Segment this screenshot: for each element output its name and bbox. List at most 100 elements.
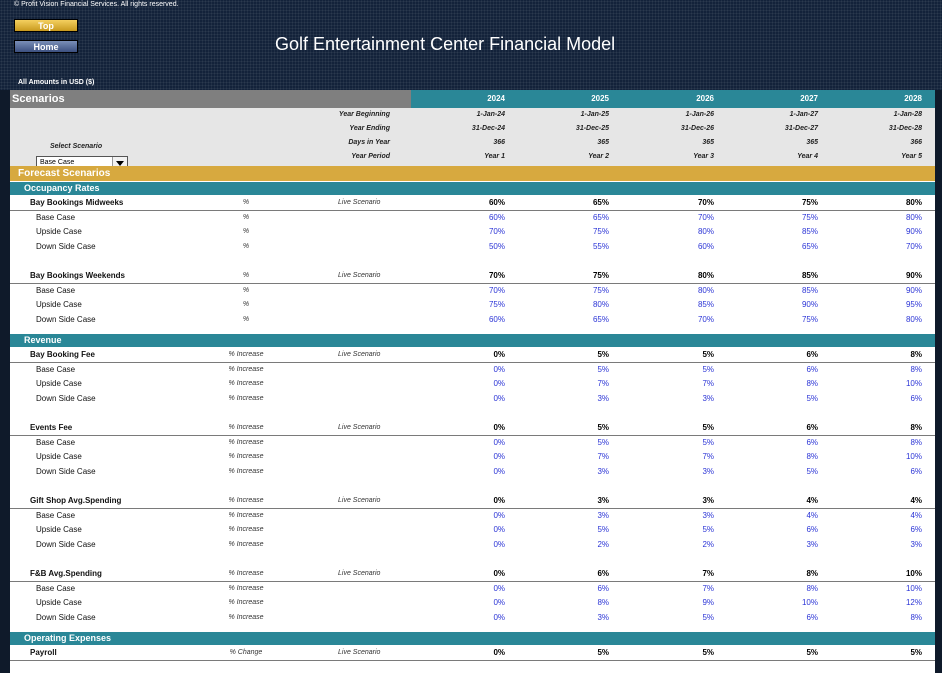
case-value[interactable]: 5%	[654, 611, 714, 625]
case-value[interactable]: 3%	[549, 509, 609, 523]
case-value[interactable]: 3%	[549, 611, 609, 625]
case-value[interactable]: 7%	[654, 450, 714, 464]
case-value[interactable]: 2%	[654, 538, 714, 552]
case-value[interactable]: 85%	[758, 284, 818, 298]
case-value[interactable]: 3%	[549, 392, 609, 406]
case-value[interactable]: 80%	[862, 313, 922, 327]
case-value[interactable]: 90%	[862, 284, 922, 298]
case-value[interactable]: 70%	[445, 284, 505, 298]
case-value[interactable]: 70%	[654, 211, 714, 225]
case-value[interactable]: 6%	[758, 523, 818, 537]
info-days-4: 365	[806, 139, 818, 146]
case-value[interactable]: 8%	[862, 363, 922, 377]
case-value[interactable]: 6%	[758, 611, 818, 625]
case-value[interactable]: 70%	[862, 240, 922, 254]
case-value[interactable]: 5%	[549, 436, 609, 450]
case-value[interactable]: 8%	[862, 611, 922, 625]
info-period-3: Year 3	[693, 153, 714, 160]
case-value[interactable]: 0%	[445, 582, 505, 596]
case-value[interactable]: 75%	[758, 313, 818, 327]
case-value[interactable]: 4%	[862, 509, 922, 523]
row-value: 85%	[801, 271, 818, 280]
case-value[interactable]: 6%	[862, 392, 922, 406]
case-value[interactable]: 90%	[862, 225, 922, 239]
case-value[interactable]: 70%	[445, 225, 505, 239]
case-value[interactable]: 10%	[862, 582, 922, 596]
case-value[interactable]: 8%	[758, 582, 818, 596]
case-value[interactable]: 3%	[549, 465, 609, 479]
case-value[interactable]: 0%	[445, 596, 505, 610]
case-label: Upside Case	[36, 379, 82, 388]
year-header-4: 2027	[800, 94, 818, 103]
case-value[interactable]: 80%	[862, 211, 922, 225]
case-value[interactable]: 80%	[549, 298, 609, 312]
case-unit: % Increase	[228, 599, 264, 606]
case-value[interactable]: 6%	[758, 436, 818, 450]
case-value[interactable]: 6%	[862, 523, 922, 537]
case-value[interactable]: 5%	[549, 523, 609, 537]
case-value[interactable]: 75%	[549, 225, 609, 239]
case-value[interactable]: 50%	[445, 240, 505, 254]
case-value[interactable]: 0%	[445, 523, 505, 537]
case-value[interactable]: 6%	[549, 582, 609, 596]
case-value[interactable]: 5%	[654, 523, 714, 537]
case-value[interactable]: 8%	[862, 436, 922, 450]
case-label: Down Side Case	[36, 539, 96, 549]
case-value[interactable]: 85%	[654, 298, 714, 312]
case-value[interactable]: 65%	[549, 313, 609, 327]
case-value[interactable]: 65%	[549, 211, 609, 225]
case-value[interactable]: 12%	[862, 596, 922, 610]
case-value[interactable]: 8%	[549, 596, 609, 610]
case-value[interactable]: 10%	[862, 377, 922, 391]
case-value[interactable]: 55%	[549, 240, 609, 254]
case-value[interactable]: 5%	[758, 465, 818, 479]
case-value[interactable]: 3%	[654, 465, 714, 479]
case-value[interactable]: 5%	[654, 436, 714, 450]
case-value[interactable]: 0%	[445, 509, 505, 523]
case-value[interactable]: 75%	[549, 284, 609, 298]
case-value[interactable]: 0%	[445, 392, 505, 406]
case-value[interactable]: 3%	[862, 538, 922, 552]
case-value[interactable]: 75%	[445, 298, 505, 312]
case-value[interactable]: 7%	[549, 377, 609, 391]
case-value[interactable]: 6%	[862, 465, 922, 479]
case-value[interactable]: 0%	[445, 465, 505, 479]
case-value[interactable]: 10%	[758, 596, 818, 610]
case-value[interactable]: 75%	[758, 211, 818, 225]
case-value[interactable]: 7%	[654, 582, 714, 596]
case-value[interactable]: 10%	[862, 450, 922, 464]
case-value[interactable]: 60%	[445, 313, 505, 327]
case-value[interactable]: 60%	[654, 240, 714, 254]
case-value[interactable]: 5%	[758, 392, 818, 406]
home-button[interactable]: Home	[14, 40, 78, 53]
case-value[interactable]: 7%	[654, 377, 714, 391]
case-value[interactable]: 4%	[758, 509, 818, 523]
case-value[interactable]: 0%	[445, 377, 505, 391]
case-value[interactable]: 3%	[758, 538, 818, 552]
case-value[interactable]: 60%	[445, 211, 505, 225]
case-value[interactable]: 80%	[654, 225, 714, 239]
case-value[interactable]: 0%	[445, 363, 505, 377]
case-value[interactable]: 3%	[654, 392, 714, 406]
case-value[interactable]: 95%	[862, 298, 922, 312]
case-value[interactable]: 5%	[654, 363, 714, 377]
case-value[interactable]: 85%	[758, 225, 818, 239]
case-value[interactable]: 7%	[549, 450, 609, 464]
case-value[interactable]: 0%	[445, 436, 505, 450]
case-value[interactable]: 80%	[654, 284, 714, 298]
case-value[interactable]: 8%	[758, 450, 818, 464]
case-value[interactable]: 3%	[654, 509, 714, 523]
case-value[interactable]: 2%	[549, 538, 609, 552]
case-value[interactable]: 5%	[549, 363, 609, 377]
case-value[interactable]: 9%	[654, 596, 714, 610]
case-value[interactable]: 90%	[758, 298, 818, 312]
case-value[interactable]: 70%	[654, 313, 714, 327]
case-value[interactable]: 0%	[445, 450, 505, 464]
case-value[interactable]: 6%	[758, 363, 818, 377]
case-value[interactable]: 0%	[445, 611, 505, 625]
case-value[interactable]: 0%	[445, 538, 505, 552]
case-row: Upside Case % Increase 0% 5% 5% 6% 6%	[10, 523, 935, 537]
case-value[interactable]: 65%	[758, 240, 818, 254]
top-button[interactable]: Top	[14, 19, 78, 32]
case-value[interactable]: 8%	[758, 377, 818, 391]
